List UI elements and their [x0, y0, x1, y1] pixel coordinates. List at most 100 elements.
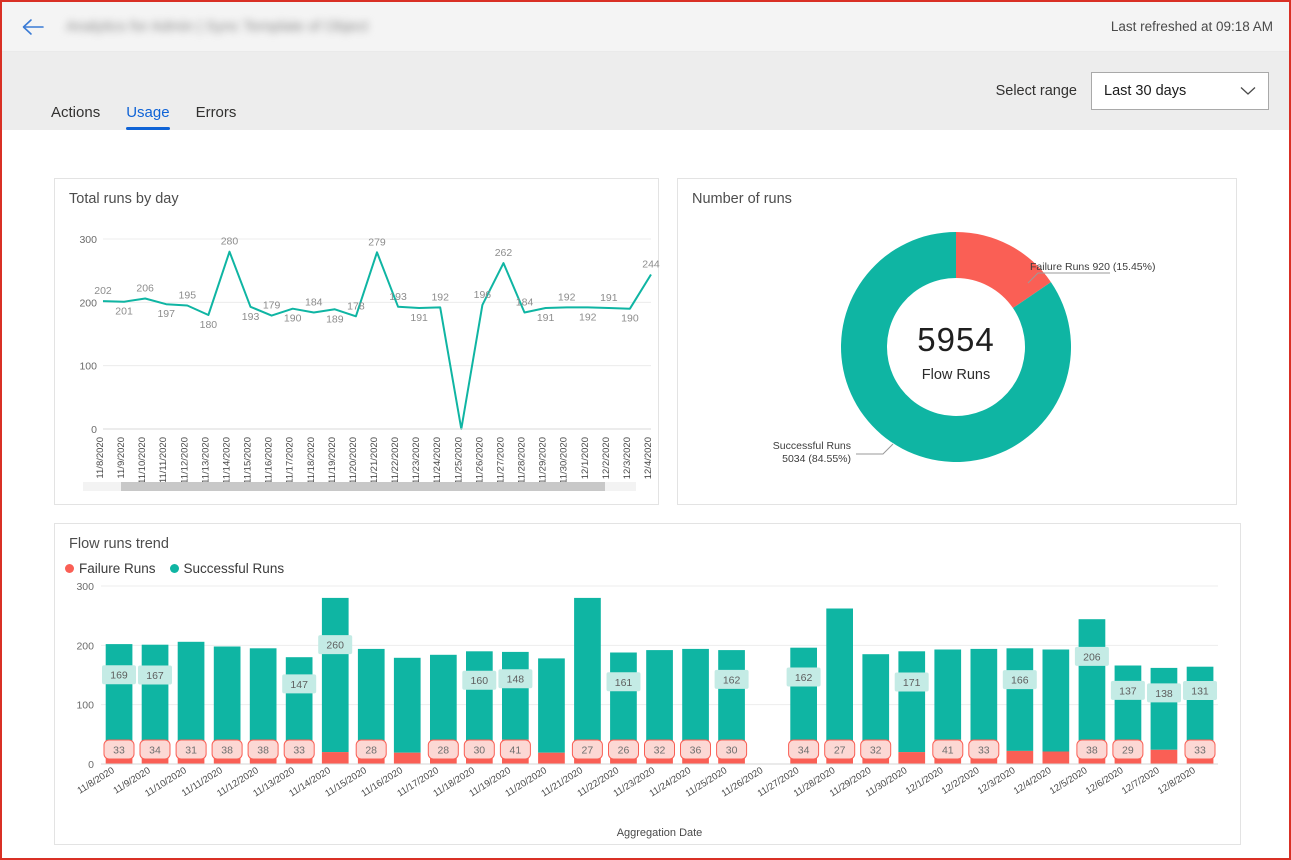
total-runs-by-day-panel: Total runs by day 0 100 200 300 202 201 206 197… [54, 178, 675, 505]
usage-content: Total runs by day 0 100 200 300 202 201 206 197… [38, 158, 1257, 858]
svg-text:12/4/2020: 12/4/2020 [1012, 765, 1054, 797]
tab-bar: Actions Usage Errors Select range Last 3… [2, 52, 1289, 130]
svg-text:206: 206 [136, 283, 154, 295]
tab-actions[interactable]: Actions [38, 102, 113, 130]
top-charts-row: Total runs by day 0 100 200 300 202 201 206 197… [54, 178, 1241, 505]
svg-text:12/4/2020: 12/4/2020 [643, 437, 654, 479]
svg-text:147: 147 [290, 679, 308, 691]
line-chart-scrollbar[interactable] [83, 482, 636, 491]
svg-text:26: 26 [618, 745, 630, 757]
last-refreshed-label: Last refreshed at 09:18 AM [1110, 19, 1273, 34]
svg-text:195: 195 [179, 290, 197, 302]
svg-text:137: 137 [1119, 685, 1137, 697]
svg-text:11/19/2020: 11/19/2020 [327, 437, 338, 484]
svg-text:Flow Runs: Flow Runs [922, 367, 991, 383]
svg-text:192: 192 [431, 291, 449, 303]
legend-label-successful: Successful Runs [183, 561, 285, 576]
chevron-down-icon [1240, 86, 1256, 96]
svg-text:166: 166 [1011, 675, 1029, 687]
svg-text:11/11/2020: 11/11/2020 [158, 437, 169, 483]
scrollbar-thumb[interactable] [121, 482, 605, 491]
back-arrow-icon[interactable] [20, 14, 46, 40]
svg-text:11/20/2020: 11/20/2020 [348, 437, 359, 484]
flow-runs-trend-panel: Flow runs trend Failure Runs Successful … [54, 523, 1241, 845]
donut-chart-area: 5954 Flow Runs Failure Runs 920 (15.45%) Su… [678, 207, 1238, 497]
svg-text:32: 32 [654, 745, 666, 757]
svg-text:12/3/2020: 12/3/2020 [976, 765, 1018, 797]
svg-text:160: 160 [471, 675, 489, 687]
number-of-runs-panel: Number of runs 5954 Flow Runs Failure Runs… [677, 178, 1237, 505]
svg-text:Failure Runs 920 (15.45%): Failure Runs 920 (15.45%) [1030, 261, 1155, 273]
svg-text:11/15/2020: 11/15/2020 [243, 437, 254, 484]
svg-text:11/18/2020: 11/18/2020 [306, 437, 317, 484]
svg-text:193: 193 [242, 311, 260, 323]
svg-text:Successful Runs: Successful Runs [773, 440, 851, 452]
svg-text:179: 179 [263, 300, 281, 312]
svg-text:33: 33 [1194, 745, 1206, 757]
svg-text:12/1/2020: 12/1/2020 [904, 765, 946, 797]
svg-text:196: 196 [474, 289, 492, 301]
svg-text:100: 100 [79, 361, 97, 373]
line-chart-svg: 0100200300202201206197195180280193179190… [79, 234, 675, 484]
svg-text:5034 (84.55%): 5034 (84.55%) [782, 453, 851, 465]
range-picker: Select range Last 30 days [996, 72, 1269, 110]
svg-text:193: 193 [389, 291, 407, 303]
svg-text:0: 0 [88, 759, 94, 771]
svg-text:190: 190 [284, 313, 302, 325]
title-bar: Analytics for Admin | Sync Template of O… [2, 2, 1289, 52]
range-dropdown[interactable]: Last 30 days [1091, 72, 1269, 110]
legend-dot-failure-icon [65, 564, 74, 573]
svg-text:279: 279 [368, 236, 386, 248]
svg-text:131: 131 [1191, 686, 1209, 698]
svg-text:11/30/2020: 11/30/2020 [559, 437, 570, 484]
svg-text:11/28/2020: 11/28/2020 [517, 437, 528, 484]
svg-text:41: 41 [942, 745, 954, 757]
page-title: Analytics for Admin | Sync Template of O… [66, 18, 369, 35]
svg-text:33: 33 [978, 745, 990, 757]
select-range-label: Select range [995, 83, 1077, 99]
svg-text:202: 202 [94, 285, 112, 297]
tab-list: Actions Usage Errors [38, 52, 249, 130]
svg-text:184: 184 [305, 296, 323, 308]
svg-text:11/14/2020: 11/14/2020 [222, 437, 233, 484]
svg-text:12/6/2020: 12/6/2020 [1084, 765, 1126, 797]
svg-text:Aggregation Date: Aggregation Date [617, 827, 703, 839]
legend-item-failure[interactable]: Failure Runs [65, 561, 156, 576]
svg-text:191: 191 [537, 312, 555, 324]
svg-text:201: 201 [115, 306, 133, 318]
svg-text:200: 200 [76, 640, 94, 652]
app-window: Analytics for Admin | Sync Template of O… [0, 0, 1291, 860]
svg-text:148: 148 [507, 674, 525, 686]
svg-text:38: 38 [257, 745, 269, 757]
svg-text:262: 262 [495, 247, 513, 259]
svg-text:28: 28 [365, 745, 377, 757]
svg-text:161: 161 [615, 677, 633, 689]
svg-text:33: 33 [293, 745, 305, 757]
svg-text:36: 36 [690, 745, 702, 757]
legend-dot-successful-icon [169, 564, 179, 573]
svg-text:280: 280 [221, 236, 239, 248]
svg-text:38: 38 [1086, 745, 1098, 757]
svg-text:11/16/2020: 11/16/2020 [264, 437, 275, 484]
svg-text:11/8/2020: 11/8/2020 [95, 437, 106, 479]
tab-usage[interactable]: Usage [113, 102, 182, 130]
svg-text:12/2/2020: 12/2/2020 [601, 437, 612, 479]
svg-text:200: 200 [79, 297, 97, 309]
svg-text:11/29/2020: 11/29/2020 [538, 437, 549, 484]
svg-text:189: 189 [326, 313, 344, 325]
svg-text:300: 300 [79, 234, 97, 246]
svg-text:34: 34 [798, 745, 810, 757]
svg-text:11/25/2020: 11/25/2020 [453, 437, 464, 484]
tab-errors[interactable]: Errors [183, 102, 250, 130]
svg-text:11/26/2020: 11/26/2020 [474, 437, 485, 484]
svg-text:162: 162 [795, 672, 813, 684]
svg-text:192: 192 [579, 311, 597, 323]
svg-text:11/17/2020: 11/17/2020 [285, 437, 296, 484]
line-chart-area: 0 100 200 300 202 201 206 197 195 180 280 193 179 190… [55, 207, 675, 497]
legend-item-successful[interactable]: Successful Runs [169, 561, 285, 576]
svg-text:171: 171 [903, 677, 921, 689]
svg-text:178: 178 [347, 300, 365, 312]
svg-text:11/24/2020: 11/24/2020 [432, 437, 443, 484]
svg-text:30: 30 [726, 745, 738, 757]
svg-text:12/8/2020: 12/8/2020 [1156, 765, 1198, 797]
